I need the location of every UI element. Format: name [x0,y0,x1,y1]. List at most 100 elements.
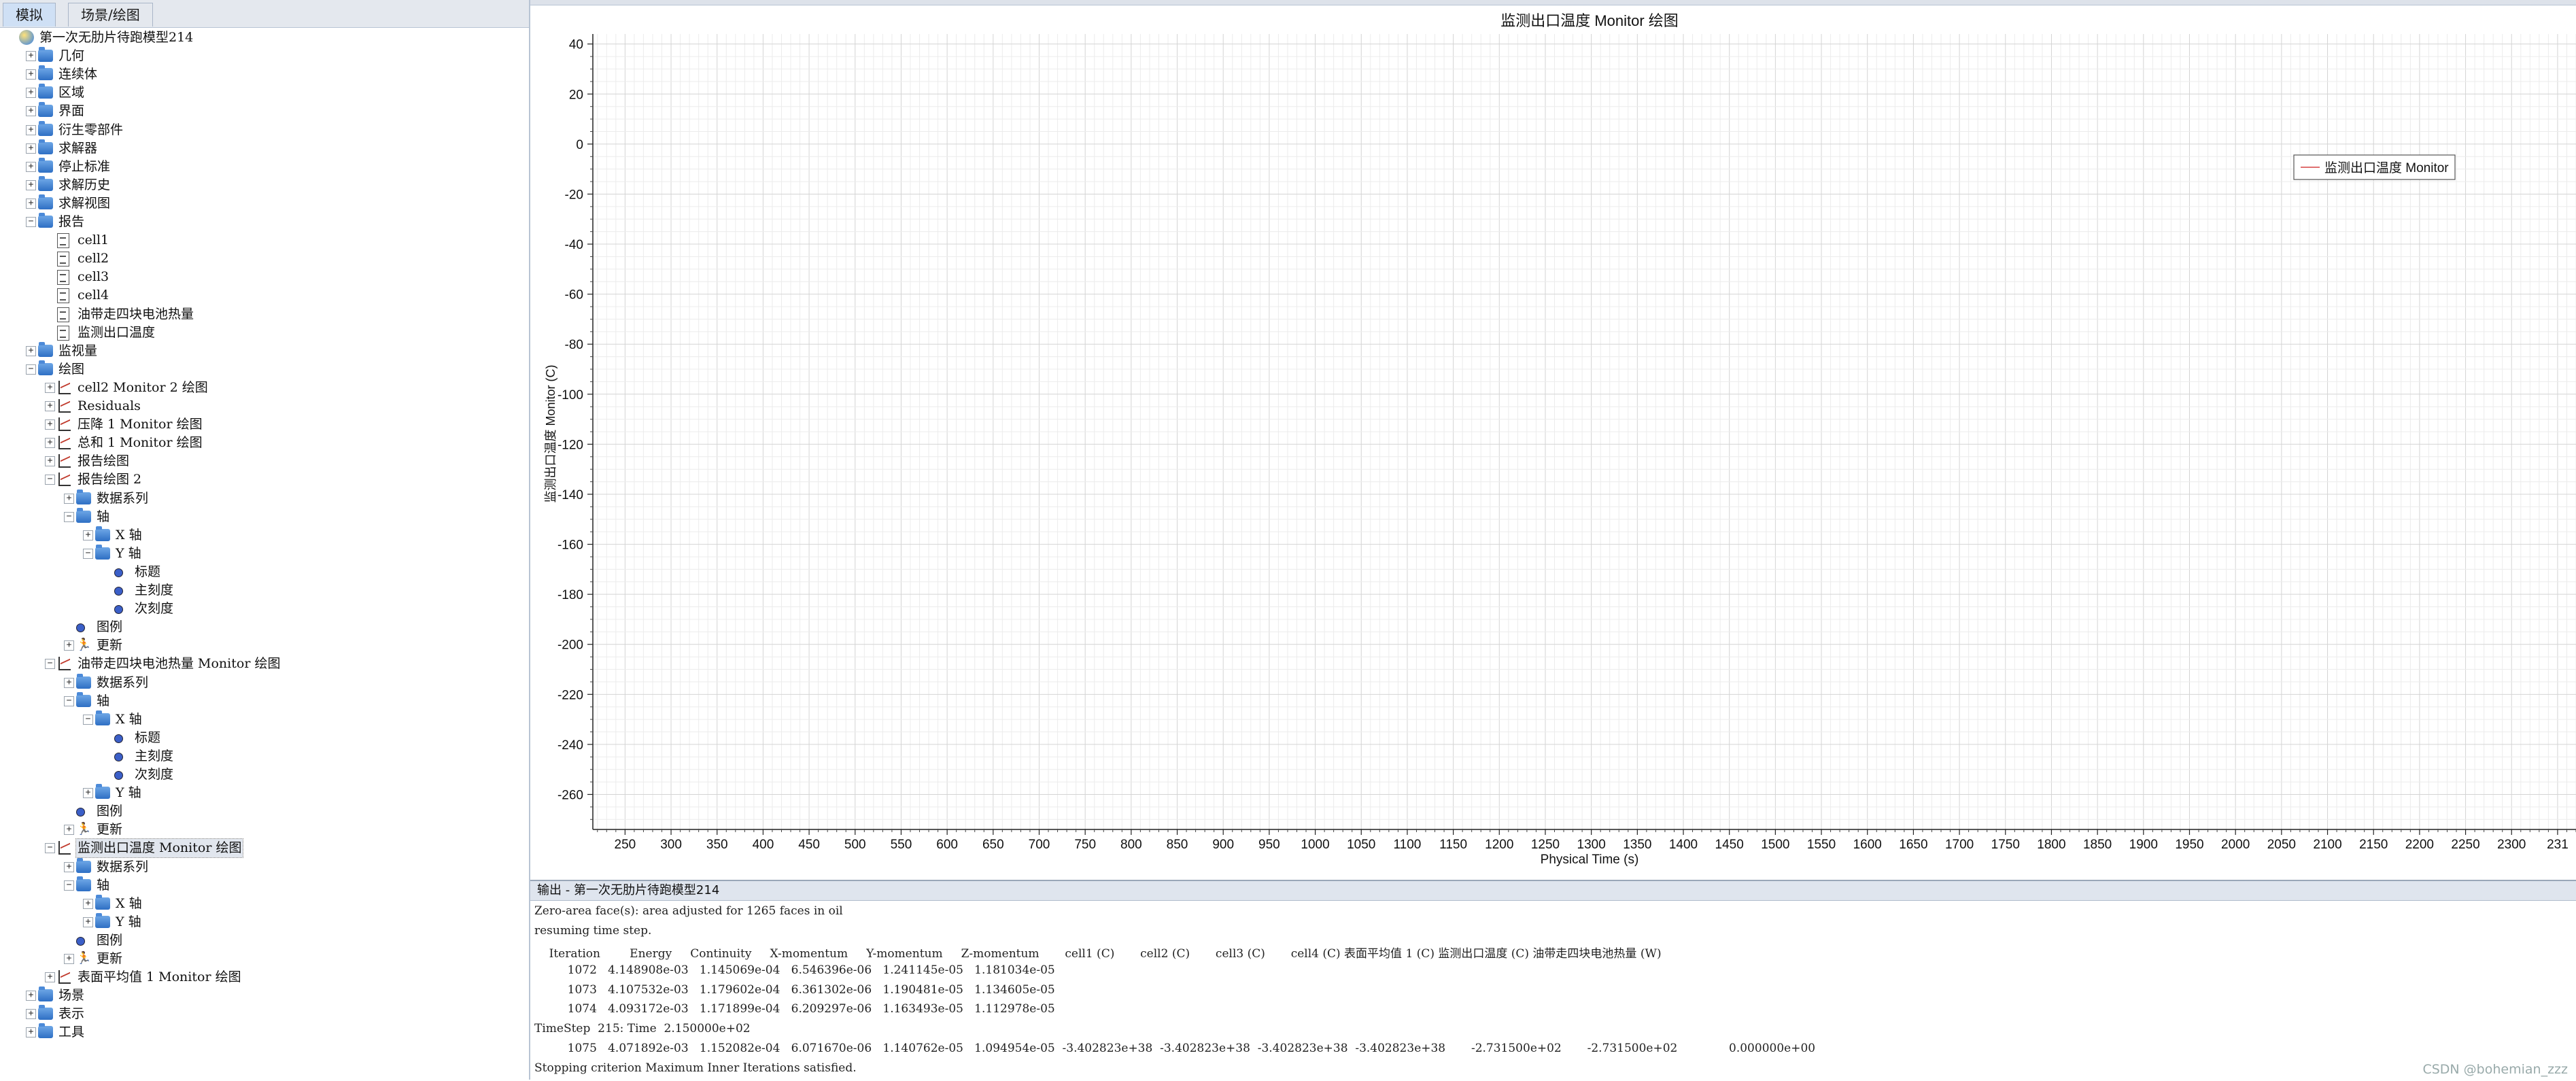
tree-item[interactable]: + 表示 [0,1005,529,1023]
panel-tabs: 模拟 场景/绘图 [0,0,529,28]
tree-item[interactable]: 次刻度 [0,600,529,618]
collapse-icon[interactable]: − [26,217,36,227]
expand-icon[interactable]: + [26,1009,36,1020]
tree-item[interactable]: + 求解视图 [0,194,529,213]
tree-item[interactable]: + 场景 [0,986,529,1005]
tree-item[interactable]: 监测出口温度 [0,324,529,342]
expand-icon[interactable]: + [83,898,93,909]
expand-icon[interactable]: + [64,825,74,836]
tree-item[interactable]: − 轴 [0,507,529,526]
collapse-icon[interactable]: − [64,880,74,891]
tree-item[interactable]: + 报告绘图 [0,452,529,470]
tree-item[interactable]: + cell2 Monitor 2 绘图 [0,379,529,397]
collapse-icon[interactable]: − [64,511,74,522]
tree-item[interactable]: + 总和 1 Monitor 绘图 [0,434,529,452]
expand-icon[interactable]: + [45,456,55,467]
tree-item[interactable]: + 求解历史 [0,175,529,194]
expand-icon[interactable]: + [64,640,74,651]
tree-item[interactable]: 图例 [0,931,529,950]
collapse-icon[interactable]: − [45,659,55,670]
tree-item[interactable]: + 🏃 更新 [0,950,529,968]
tree-item[interactable]: + 数据系列 [0,857,529,876]
expand-icon[interactable]: + [45,382,55,393]
expand-icon[interactable]: + [83,788,93,799]
chart-legend[interactable]: 监测出口温度 Monitor [2293,154,2456,180]
collapse-icon[interactable]: − [26,364,36,375]
tree-item[interactable]: 图例 [0,618,529,636]
tree-item[interactable]: + 连续体 [0,65,529,84]
tree-item[interactable]: + 监视量 [0,341,529,360]
tree-item[interactable]: + 🏃 更新 [0,636,529,655]
tree-item[interactable]: 次刻度 [0,766,529,784]
tree-item[interactable]: cell1 [0,231,529,250]
expand-icon[interactable]: + [26,106,36,117]
tree-item[interactable]: + 停止标准 [0,157,529,176]
tree-item[interactable]: + 区域 [0,84,529,102]
tree-item[interactable]: − 轴 [0,691,529,710]
expand-icon[interactable]: + [26,124,36,135]
collapse-icon[interactable]: − [45,843,55,854]
expand-icon[interactable]: + [26,51,36,62]
tree-item[interactable]: + 界面 [0,102,529,120]
tree-item[interactable]: + 🏃 更新 [0,821,529,839]
expand-icon[interactable]: + [26,88,36,99]
expand-icon[interactable]: + [64,677,74,688]
tree-item[interactable]: cell3 [0,268,529,286]
tree-item[interactable]: + Residuals [0,397,529,415]
expand-icon[interactable]: + [26,1027,36,1038]
tree-item[interactable]: − X 轴 [0,710,529,729]
tree-item[interactable]: + 工具 [0,1023,529,1042]
expand-icon[interactable]: + [26,198,36,209]
expand-icon[interactable]: + [26,69,36,80]
expand-icon[interactable]: + [45,419,55,430]
tree-item[interactable]: + 压降 1 Monitor 绘图 [0,415,529,434]
tree-item[interactable]: + 表面平均值 1 Monitor 绘图 [0,968,529,986]
expand-icon[interactable]: + [64,861,74,872]
tab-simulation[interactable]: 模拟 [3,3,56,27]
tab-scenes-plots[interactable]: 场景/绘图 [68,3,153,27]
tree-item[interactable]: + X 轴 [0,894,529,913]
tree-item[interactable]: + 求解器 [0,139,529,158]
tree-item[interactable]: + X 轴 [0,526,529,545]
expand-icon[interactable]: + [64,493,74,504]
tree-item[interactable]: 标题 [0,563,529,581]
expand-icon[interactable]: + [45,972,55,983]
tree-item[interactable]: cell2 [0,250,529,268]
output-console[interactable]: 输出 - 第一次无肋片待跑模型214 Zero-area face(s): ar… [530,880,2576,1081]
tree-item-label: 场景 [58,988,85,1003]
expand-icon[interactable]: + [45,438,55,449]
tree-item[interactable]: + 数据系列 [0,673,529,692]
tree-item[interactable]: + 衍生零部件 [0,120,529,139]
collapse-icon[interactable]: − [45,475,55,485]
expand-icon[interactable]: + [64,954,74,964]
tree-item[interactable]: + Y 轴 [0,912,529,931]
tree-item[interactable]: − 绘图 [0,360,529,379]
tree-item[interactable]: − Y 轴 [0,544,529,563]
collapse-icon[interactable]: − [83,714,93,725]
tree-item[interactable]: 图例 [0,802,529,821]
expand-icon[interactable]: + [26,345,36,356]
tree-item[interactable]: − 报告 [0,213,529,231]
tree-item[interactable]: 主刻度 [0,581,529,600]
tree-item[interactable]: + 几何 [0,47,529,65]
expand-icon[interactable]: + [83,916,93,927]
expand-icon[interactable]: + [26,179,36,190]
tree-item[interactable]: − 轴 [0,876,529,895]
tree-item[interactable]: 油带走四块电池热量 [0,305,529,324]
tree-item[interactable]: − 油带走四块电池热量 Monitor 绘图 [0,655,529,673]
tree-item[interactable]: 主刻度 [0,747,529,766]
collapse-icon[interactable]: − [64,696,74,706]
expand-icon[interactable]: + [45,401,55,411]
tree-item[interactable]: − 报告绘图 2 [0,470,529,489]
tree-item[interactable]: − 监测出口温度 Monitor 绘图 [0,838,529,859]
collapse-icon[interactable]: − [83,548,93,559]
tree-item[interactable]: 标题 [0,729,529,747]
tree-item[interactable]: cell4 [0,286,529,305]
tree-item[interactable]: + Y 轴 [0,784,529,802]
expand-icon[interactable]: + [26,161,36,172]
expand-icon[interactable]: + [26,143,36,154]
tree-item[interactable]: 第一次无肋片待跑模型214 [0,29,529,47]
tree-item[interactable]: + 数据系列 [0,489,529,508]
expand-icon[interactable]: + [26,991,36,1001]
expand-icon[interactable]: + [83,530,93,540]
